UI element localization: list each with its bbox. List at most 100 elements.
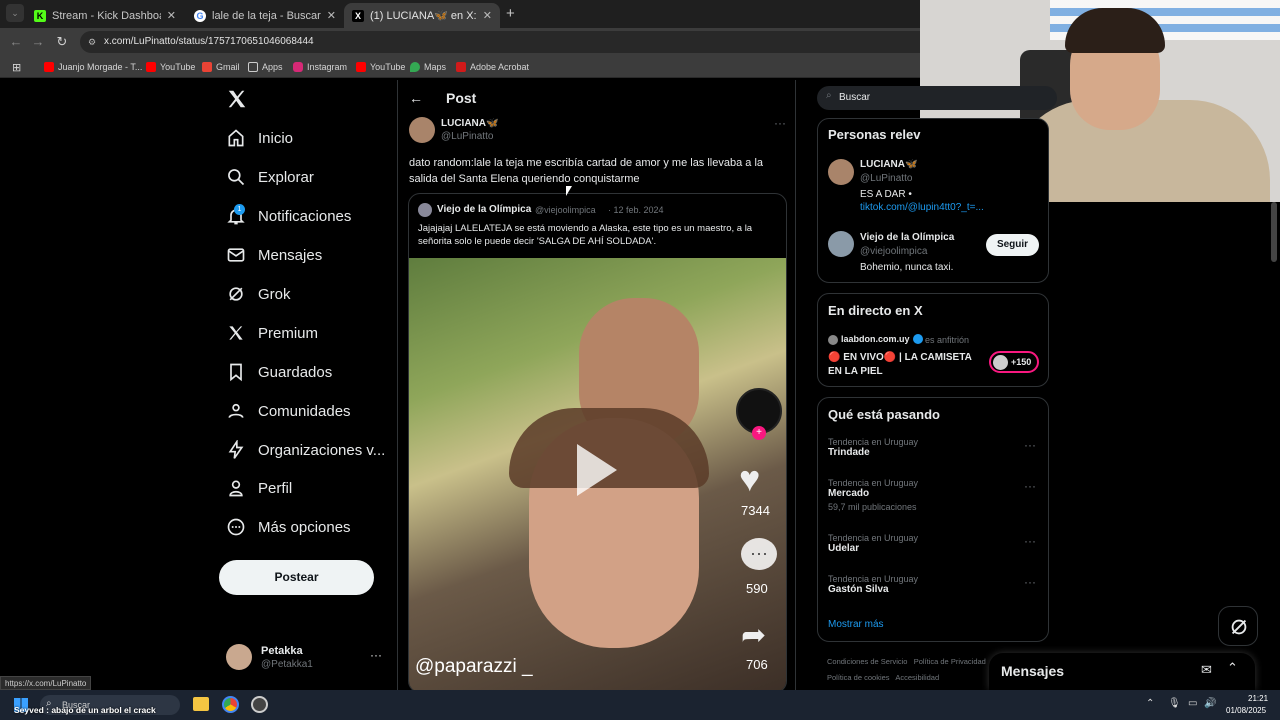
x-logo-icon[interactable] <box>226 88 248 110</box>
author-avatar[interactable] <box>409 117 435 143</box>
tab-google[interactable]: G lale de la teja - Buscar con Goo ✕ <box>186 3 344 28</box>
back-icon[interactable]: ← <box>8 34 24 50</box>
messages-drawer[interactable]: Mensajes ✉ ⌃ <box>989 653 1255 690</box>
avatar[interactable] <box>828 231 854 257</box>
clock-time[interactable]: 21:21 <box>1248 694 1268 703</box>
bookmark-acrobat[interactable]: Adobe Acrobat <box>456 60 529 74</box>
trend-item[interactable]: Tendencia en Uruguay Gastón Silva <box>828 574 1040 604</box>
search-icon: ⌕ <box>826 90 832 101</box>
close-tab-icon[interactable]: ✕ <box>167 9 176 22</box>
follow-button[interactable]: Seguir <box>986 234 1039 256</box>
post-button[interactable]: Postear <box>219 560 374 595</box>
clock-date[interactable]: 01/08/2025 <box>1226 706 1266 715</box>
bookmark-youtube-2[interactable]: YouTube <box>356 60 405 74</box>
network-icon[interactable]: ▭ <box>1188 698 1197 709</box>
new-tab-button[interactable]: + <box>506 5 515 22</box>
nav-organizations[interactable]: Organizaciones v... <box>226 436 385 464</box>
mouse-cursor-icon <box>566 186 572 196</box>
forward-icon[interactable]: → <box>30 34 46 50</box>
folder-icon <box>248 62 258 72</box>
author-handle[interactable]: @LuPinatto <box>441 131 493 142</box>
apps-grid-icon[interactable]: ⊞ <box>12 60 21 74</box>
listeners-pill[interactable]: +150 <box>989 351 1039 373</box>
nav-home[interactable]: Inicio <box>226 124 293 152</box>
nav-bookmarks[interactable]: Guardados <box>226 358 332 386</box>
account-switcher[interactable]: Petakka @Petakka1 ··· <box>226 640 386 676</box>
host-name[interactable]: laabdon.com.uy <box>841 334 910 344</box>
person-link[interactable]: tiktok.com/@lupin4tt0?_t=... <box>860 202 984 213</box>
chrome-icon[interactable] <box>222 696 239 713</box>
bookmark-juanjo[interactable]: Juanjo Morgade - T... <box>44 60 142 74</box>
author-name[interactable]: LUCIANA🦋 <box>441 118 498 129</box>
nav-communities[interactable]: Comunidades <box>226 397 351 425</box>
trend-more-icon[interactable]: ··· <box>1024 575 1036 589</box>
trend-item[interactable]: Tendencia en Uruguay Udelar <box>828 533 1040 563</box>
file-explorer-icon[interactable] <box>193 697 209 711</box>
app-icon[interactable] <box>251 696 268 713</box>
bookmark-apps[interactable]: Apps <box>248 60 283 74</box>
trend-item[interactable]: Tendencia en Uruguay Mercado 59,7 mil pu… <box>828 478 1040 520</box>
tab-kick[interactable]: K Stream - Kick Dashboard ✕ <box>26 3 184 28</box>
youtube-icon <box>146 62 156 72</box>
person-name[interactable]: LUCIANA🦋 <box>860 159 917 170</box>
windows-taskbar: ⌕ Buscar Seyved : abajo de un arbol el c… <box>0 690 1280 720</box>
address-bar[interactable]: ⚙ x.com/LuPinatto/status/175717065104606… <box>80 31 940 53</box>
close-tab-icon[interactable]: ✕ <box>483 9 492 22</box>
grok-float-button[interactable] <box>1218 606 1258 646</box>
share-count: 706 <box>746 657 768 672</box>
trend-more-icon[interactable]: ··· <box>1024 438 1036 452</box>
trend-category: Tendencia en Uruguay <box>828 478 919 488</box>
show-more-link[interactable]: Mostrar más <box>828 619 884 630</box>
expand-icon[interactable]: ⌃ <box>1227 660 1238 676</box>
page-scrollbar[interactable] <box>1271 202 1277 262</box>
site-info-icon[interactable]: ⚙ <box>88 31 96 53</box>
heart-icon[interactable]: ♥ <box>739 458 760 500</box>
nav-notifications[interactable]: Notificaciones 1 <box>226 202 351 230</box>
ticker-text: Seyved : abajo de un arbol el crack <box>14 705 156 715</box>
footer-links[interactable]: Condiciones de Servicio Política de Priv… <box>827 657 986 666</box>
x-premium-icon <box>229 326 243 340</box>
nav-explore[interactable]: Explorar <box>226 163 314 191</box>
more-icon[interactable]: ··· <box>370 648 382 662</box>
tab-title: lale de la teja - Buscar con Goo <box>212 9 321 22</box>
microphone-icon[interactable]: 🎙 <box>1168 698 1181 709</box>
nav-messages[interactable]: Mensajes <box>226 241 322 269</box>
nav-label: Comunidades <box>258 402 351 420</box>
tab-x-post[interactable]: X (1) LUCIANA🦋 en X: "dato ran ✕ <box>344 3 500 28</box>
bookmark-instagram[interactable]: Instagram <box>293 60 347 74</box>
back-arrow-icon[interactable]: ← <box>409 90 423 106</box>
nav-premium[interactable]: Premium <box>226 319 318 347</box>
trend-more-icon[interactable]: ··· <box>1024 534 1036 548</box>
host-suffix: es anfitrión <box>925 335 970 345</box>
person-name[interactable]: Viejo de la Olímpica <box>860 232 954 243</box>
close-tab-icon[interactable]: ✕ <box>327 9 336 22</box>
quoted-post[interactable]: Viejo de la Olímpica @viejoolimpica · 12… <box>408 193 787 693</box>
live-title[interactable]: 🔴 EN VIVO🔴 | LA CAMISETA EN LA PIEL <box>828 351 983 379</box>
trend-more-icon[interactable]: ··· <box>1024 479 1036 493</box>
trend-item[interactable]: Tendencia en Uruguay Trindade <box>828 437 1040 467</box>
post-more-icon[interactable]: ··· <box>774 116 786 130</box>
volume-icon[interactable]: 🔊 <box>1204 698 1216 709</box>
footer-links[interactable]: Política de cookies Accesibilidad <box>827 673 939 682</box>
tray-chevron-icon[interactable]: ⌃ <box>1146 698 1154 709</box>
new-message-icon[interactable]: ✉ <box>1201 662 1212 678</box>
follow-plus-icon[interactable]: + <box>752 426 766 440</box>
bookmark-youtube[interactable]: YouTube <box>146 60 195 74</box>
nav-profile[interactable]: Perfil <box>226 474 292 502</box>
nav-grok[interactable]: Grok <box>226 280 291 308</box>
avatar[interactable] <box>828 159 854 185</box>
bookmark-maps[interactable]: Maps <box>410 60 446 74</box>
reload-icon[interactable]: ↻ <box>54 34 70 50</box>
comment-icon[interactable]: ··· <box>741 538 777 570</box>
bookmark-gmail[interactable]: Gmail <box>202 60 240 74</box>
user-icon <box>229 480 243 497</box>
play-icon[interactable] <box>577 444 617 496</box>
video-player[interactable]: + ♥ 7344 ··· 590 ➦ 706 @paparazzi _ <box>409 258 786 692</box>
x-logo-icon: X <box>352 9 364 22</box>
search-icon <box>228 169 245 186</box>
nav-more-options[interactable]: Más opciones <box>226 513 351 541</box>
tab-list-dropdown-icon[interactable]: ⌄ <box>6 4 24 22</box>
post-text: dato random:lale la teja me escribía car… <box>409 157 764 185</box>
share-icon[interactable]: ➦ <box>741 618 766 653</box>
search-box[interactable]: ⌕ Buscar <box>817 86 1057 110</box>
